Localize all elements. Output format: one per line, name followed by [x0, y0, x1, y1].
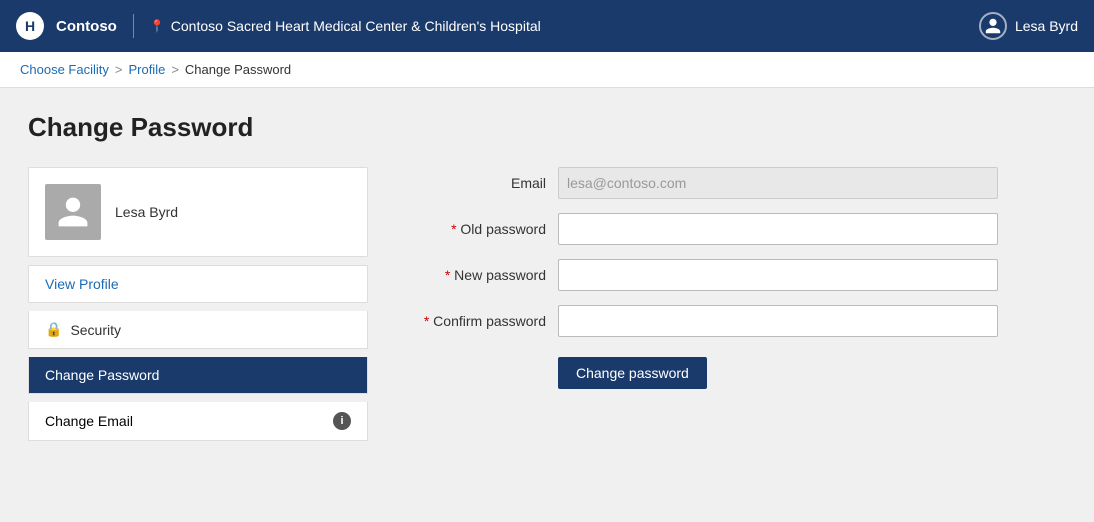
- location-icon: 📍: [150, 19, 165, 33]
- breadcrumb-choose-facility[interactable]: Choose Facility: [20, 62, 109, 77]
- old-password-input[interactable]: [558, 213, 998, 245]
- facility-name: Contoso Sacred Heart Medical Center & Ch…: [171, 18, 541, 34]
- confirm-password-row: Confirm password: [396, 305, 1066, 337]
- info-icon: i: [333, 412, 351, 430]
- facility-info: 📍 Contoso Sacred Heart Medical Center & …: [150, 18, 541, 34]
- user-name: Lesa Byrd: [1015, 18, 1078, 34]
- sidebar: Lesa Byrd View Profile 🔒 Security Change…: [28, 167, 368, 441]
- user-avatar-icon: [979, 12, 1007, 40]
- sidebar-change-email[interactable]: Change Email i: [28, 402, 368, 441]
- app-logo: H: [16, 12, 44, 40]
- breadcrumb-sep-2: >: [171, 62, 179, 77]
- brand-name: Contoso: [56, 18, 117, 35]
- email-input[interactable]: [558, 167, 998, 199]
- sidebar-change-password[interactable]: Change Password: [28, 357, 368, 394]
- new-password-row: New password: [396, 259, 1066, 291]
- main-content: Change Password Lesa Byrd View Profile 🔒…: [0, 88, 1094, 465]
- new-password-label: New password: [396, 267, 546, 283]
- submit-row: Change password: [396, 357, 1066, 389]
- old-password-row: Old password: [396, 213, 1066, 245]
- change-password-button[interactable]: Change password: [558, 357, 707, 389]
- email-label: Email: [396, 175, 546, 191]
- user-menu[interactable]: Lesa Byrd: [979, 12, 1078, 40]
- sidebar-user-name: Lesa Byrd: [115, 204, 178, 220]
- breadcrumb-current: Change Password: [185, 62, 291, 77]
- new-password-input[interactable]: [558, 259, 998, 291]
- confirm-password-input[interactable]: [558, 305, 998, 337]
- content-row: Lesa Byrd View Profile 🔒 Security Change…: [28, 167, 1066, 441]
- lock-icon: 🔒: [45, 321, 62, 338]
- sidebar-view-profile[interactable]: View Profile: [28, 265, 368, 303]
- breadcrumb-sep-1: >: [115, 62, 123, 77]
- sidebar-user-card: Lesa Byrd: [28, 167, 368, 257]
- page-title: Change Password: [28, 112, 1066, 143]
- change-password-form: Email Old password New password Confirm …: [396, 167, 1066, 389]
- sidebar-security-section: 🔒 Security: [28, 311, 368, 349]
- email-row: Email: [396, 167, 1066, 199]
- old-password-label: Old password: [396, 221, 546, 237]
- sidebar-user-avatar: [45, 184, 101, 240]
- app-header: H Contoso 📍 Contoso Sacred Heart Medical…: [0, 0, 1094, 52]
- header-divider: [133, 14, 134, 38]
- confirm-password-label: Confirm password: [396, 313, 546, 329]
- breadcrumb-profile[interactable]: Profile: [128, 62, 165, 77]
- breadcrumb: Choose Facility > Profile > Change Passw…: [0, 52, 1094, 88]
